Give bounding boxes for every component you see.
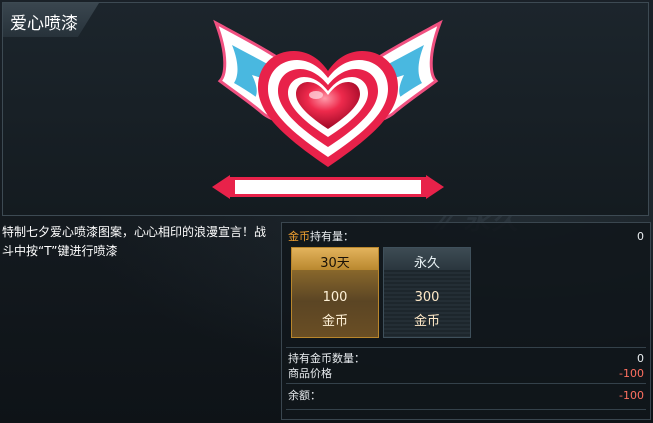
option-unit: 金币 [413, 314, 440, 329]
heart-wings-spray-icon [212, 19, 444, 199]
option-permanent[interactable]: 永久 300 金币 [383, 247, 471, 338]
summary-remaining-label: 余额： [288, 389, 321, 402]
summary-price-row: 商品价格 -100 [288, 367, 644, 381]
summary-held-label: 持有金币数量： [288, 352, 365, 365]
held-coins-row: 金币持有量： 0 [288, 230, 644, 244]
option-30-days[interactable]: 30天 100 金币 [291, 247, 379, 338]
held-value: 0 [637, 230, 644, 243]
summary-held-row: 持有金币数量： 0 [288, 352, 644, 366]
item-description: 特制七夕爱心喷漆图案，心心相印的浪漫宣言！战斗中按“T”键进行喷漆 [2, 225, 267, 258]
summary-held-value: 0 [637, 352, 644, 365]
purchase-panel: 金币持有量： 0 30天 100 金币 永久 300 金币 持有金币数量： 0 … [281, 222, 651, 420]
option-price: 100 [322, 290, 348, 305]
summary-price-label: 商品价格 [288, 367, 332, 380]
item-preview-panel: 爱心喷漆 [2, 2, 649, 216]
item-title: 爱心喷漆 [10, 14, 78, 34]
divider [286, 409, 646, 410]
held-label: 持有量： [310, 230, 354, 243]
summary-remaining-row: 余额： -100 [288, 389, 644, 403]
currency-label: 金币 [288, 230, 310, 243]
summary-price-value: -100 [619, 367, 644, 380]
option-duration: 30天 [320, 256, 350, 271]
divider [286, 347, 646, 348]
divider [286, 383, 646, 384]
option-duration: 永久 [413, 256, 440, 271]
option-unit: 金币 [321, 314, 348, 329]
summary-remaining-value: -100 [619, 389, 644, 402]
option-price: 300 [414, 290, 440, 305]
banner-ribbon-icon [212, 175, 444, 199]
